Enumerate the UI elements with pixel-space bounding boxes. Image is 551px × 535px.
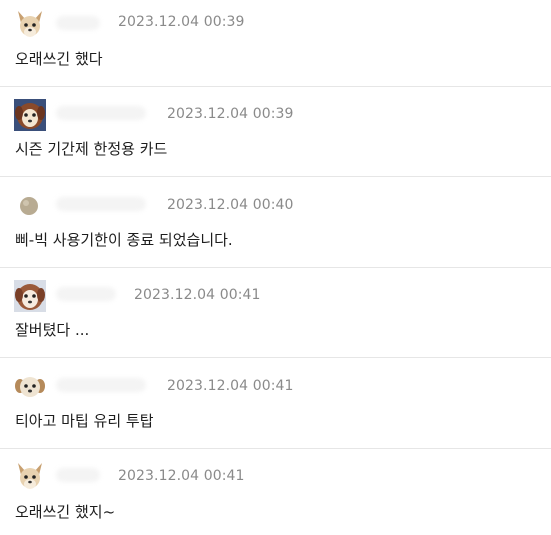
comment-item: 2023.12.04 00:41 티아고 마팁 유리 투탑 bbox=[0, 358, 551, 449]
nickname-blurred bbox=[56, 468, 100, 482]
chihuahua-avatar-icon[interactable] bbox=[14, 461, 46, 493]
comment-text: 잘버텼다 ... bbox=[15, 321, 90, 339]
comment-item: 2023.12.04 00:39 오래쓰긴 했다 bbox=[0, 0, 551, 87]
comment-list: 2023.12.04 00:39 오래쓰긴 했다 2023.12.04 00:3… bbox=[0, 0, 551, 535]
comment-timestamp: 2023.12.04 00:40 bbox=[167, 197, 294, 213]
comment-item: 2023.12.04 00:39 시즌 기간제 한정용 카드 bbox=[0, 87, 551, 177]
comment-timestamp: 2023.12.04 00:41 bbox=[118, 468, 245, 484]
dog-face-avatar-icon[interactable] bbox=[14, 280, 46, 312]
dog-face-avatar-icon[interactable] bbox=[14, 99, 46, 131]
nickname-blurred bbox=[56, 197, 146, 211]
comment-text: 시즌 기간제 한정용 카드 bbox=[15, 140, 168, 158]
comment-text: 삐-빅 사용기한이 종료 되었습니다. bbox=[15, 231, 233, 249]
puppy-avatar-icon[interactable] bbox=[14, 371, 46, 403]
comment-header: 2023.12.04 00:41 bbox=[0, 268, 551, 317]
comment-timestamp: 2023.12.04 00:41 bbox=[134, 287, 261, 303]
nickname-blurred bbox=[56, 106, 146, 120]
comment-item: 2023.12.04 00:41 오래쓰긴 했지~ bbox=[0, 449, 551, 535]
chihuahua-avatar-icon[interactable] bbox=[14, 9, 46, 41]
nickname-blurred bbox=[56, 378, 146, 392]
comment-header: 2023.12.04 00:39 bbox=[0, 87, 551, 136]
nickname-blurred bbox=[56, 287, 116, 301]
comment-timestamp: 2023.12.04 00:39 bbox=[167, 106, 294, 122]
comment-header: 2023.12.04 00:39 bbox=[0, 0, 551, 46]
comment-item: 2023.12.04 00:41 잘버텼다 ... bbox=[0, 268, 551, 358]
comment-timestamp: 2023.12.04 00:39 bbox=[118, 14, 245, 30]
comment-text: 티아고 마팁 유리 투탑 bbox=[15, 412, 154, 430]
comment-timestamp: 2023.12.04 00:41 bbox=[167, 378, 294, 394]
nickname-blurred bbox=[56, 16, 100, 30]
comment-item: 2023.12.04 00:40 삐-빅 사용기한이 종료 되었습니다. bbox=[0, 177, 551, 268]
comment-text: 오래쓰긴 했지~ bbox=[15, 503, 116, 521]
comment-header: 2023.12.04 00:41 bbox=[0, 449, 551, 499]
comment-text: 오래쓰긴 했다 bbox=[15, 50, 103, 68]
gray-dot-avatar-icon[interactable] bbox=[14, 190, 46, 222]
comment-header: 2023.12.04 00:40 bbox=[0, 177, 551, 227]
comment-header: 2023.12.04 00:41 bbox=[0, 358, 551, 408]
